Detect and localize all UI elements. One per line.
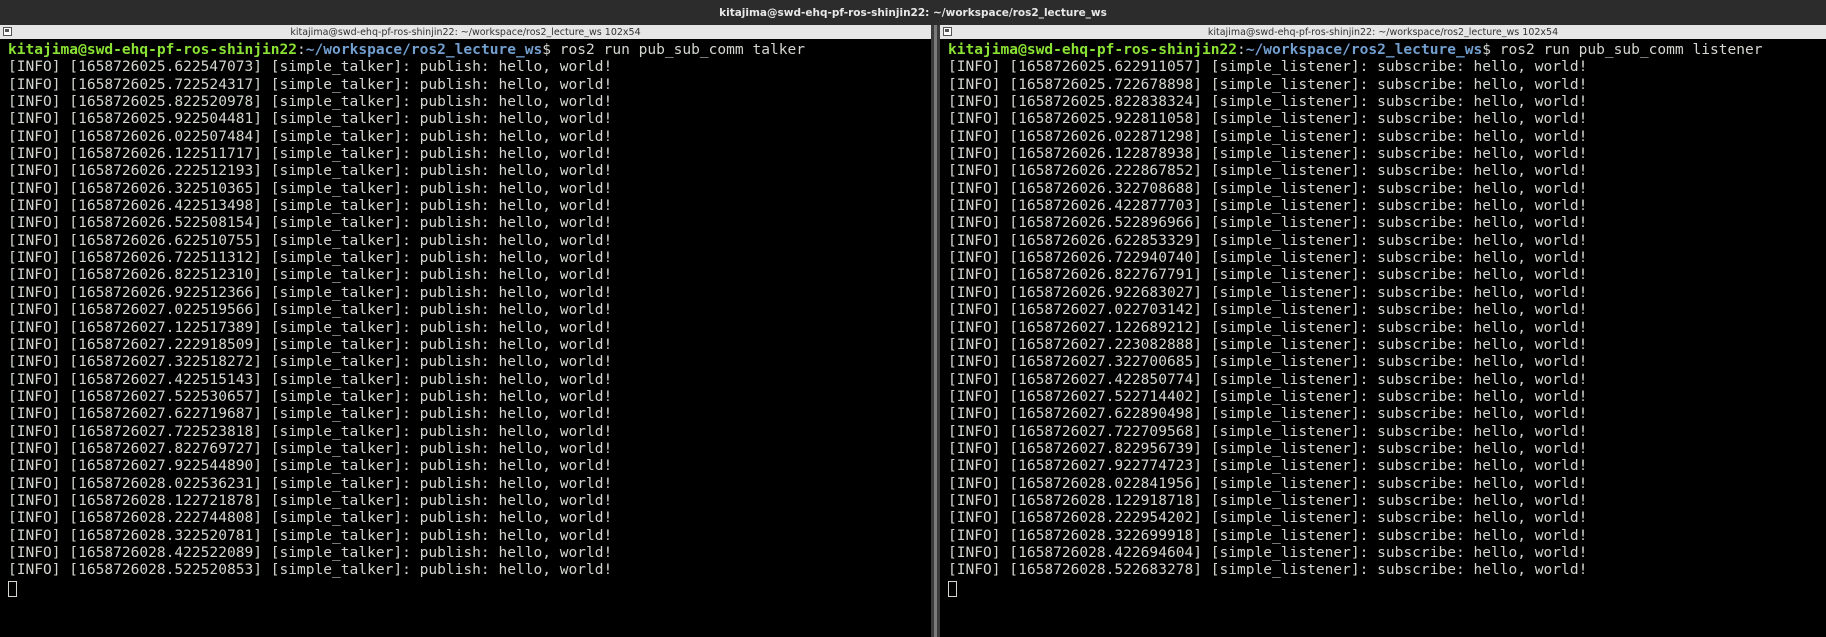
- terminal-icon: [3, 27, 12, 36]
- log-line: [INFO] [1658726026.422877703] [simple_li…: [948, 197, 1588, 215]
- log-line: [INFO] [1658726026.022871298] [simple_li…: [948, 127, 1588, 145]
- log-line: [INFO] [1658726026.322708688] [simple_li…: [948, 179, 1588, 197]
- log-line: [INFO] [1658726027.422850774] [simple_li…: [948, 370, 1588, 388]
- log-line: [INFO] [1658726026.622510755] [simple_ta…: [8, 231, 613, 249]
- log-line: [INFO] [1658726026.022507484] [simple_ta…: [8, 127, 613, 145]
- log-line: [INFO] [1658726026.122878938] [simple_li…: [948, 145, 1588, 163]
- log-line: [INFO] [1658726027.622719687] [simple_ta…: [8, 405, 613, 423]
- log-line: [INFO] [1658726026.122511717] [simple_ta…: [8, 145, 613, 163]
- prompt-separator: :: [297, 41, 306, 58]
- log-line: [INFO] [1658726025.622911057] [simple_li…: [948, 58, 1588, 76]
- log-line: [INFO] [1658726026.322510365] [simple_ta…: [8, 179, 613, 197]
- log-line: [INFO] [1658726028.522520853] [simple_ta…: [8, 561, 613, 579]
- log-line: [INFO] [1658726025.722524317] [simple_ta…: [8, 75, 613, 93]
- log-line: [INFO] [1658726026.622853329] [simple_li…: [948, 231, 1588, 249]
- prompt-command: $ ros2 run pub_sub_comm talker: [542, 41, 805, 58]
- pane-header: kitajima@swd-ehq-pf-ros-shinjin22: ~/wor…: [940, 25, 1826, 39]
- log-line: [INFO] [1658726028.122918718] [simple_li…: [948, 491, 1588, 509]
- log-line: [INFO] [1658726026.422513498] [simple_ta…: [8, 197, 613, 215]
- text-cursor: [948, 580, 957, 597]
- terminal-pane-listener[interactable]: kitajima@swd-ehq-pf-ros-shinjin22: ~/wor…: [940, 25, 1826, 637]
- pane-header: kitajima@swd-ehq-pf-ros-shinjin22: ~/wor…: [0, 25, 931, 39]
- log-line: [INFO] [1658726027.822769727] [simple_ta…: [8, 439, 613, 457]
- log-line: [INFO] [1658726026.222867852] [simple_li…: [948, 162, 1588, 180]
- log-line: [INFO] [1658726027.322700685] [simple_li…: [948, 353, 1588, 371]
- log-line: [INFO] [1658726026.822512310] [simple_ta…: [8, 266, 613, 284]
- log-line: [INFO] [1658726027.722709568] [simple_li…: [948, 422, 1588, 440]
- log-line: [INFO] [1658726028.022536231] [simple_ta…: [8, 474, 613, 492]
- log-line: [INFO] [1658726026.522508154] [simple_ta…: [8, 214, 613, 232]
- log-line: [INFO] [1658726025.622547073] [simple_ta…: [8, 58, 613, 76]
- log-line: [INFO] [1658726028.522683278] [simple_li…: [948, 561, 1588, 579]
- prompt-separator: :: [1237, 41, 1246, 58]
- log-line: [INFO] [1658726025.922504481] [simple_ta…: [8, 110, 613, 128]
- pane-title: kitajima@swd-ehq-pf-ros-shinjin22: ~/wor…: [290, 26, 641, 38]
- log-line: [INFO] [1658726027.422515143] [simple_ta…: [8, 370, 613, 388]
- log-line: [INFO] [1658726026.822767791] [simple_li…: [948, 266, 1588, 284]
- log-line: [INFO] [1658726027.922774723] [simple_li…: [948, 457, 1588, 475]
- log-line: [INFO] [1658726025.822838324] [simple_li…: [948, 93, 1588, 111]
- log-line: [INFO] [1658726027.122689212] [simple_li…: [948, 318, 1588, 336]
- log-line: [INFO] [1658726027.922544890] [simple_ta…: [8, 457, 613, 475]
- cursor-line: [948, 579, 1826, 597]
- log-line: [INFO] [1658726026.922512366] [simple_ta…: [8, 283, 613, 301]
- log-line: [INFO] [1658726027.522530657] [simple_ta…: [8, 387, 613, 405]
- cursor-line: [8, 579, 931, 597]
- log-line: [INFO] [1658726028.322699918] [simple_li…: [948, 526, 1588, 544]
- log-line: [INFO] [1658726028.022841956] [simple_li…: [948, 474, 1588, 492]
- log-line: [INFO] [1658726027.222918509] [simple_ta…: [8, 335, 613, 353]
- log-line: [INFO] [1658726026.522896966] [simple_li…: [948, 214, 1588, 232]
- pane-title: kitajima@swd-ehq-pf-ros-shinjin22: ~/wor…: [1207, 26, 1559, 38]
- prompt-path: ~/workspace/ros2_lecture_ws: [1245, 41, 1483, 58]
- prompt-user: kitajima@swd-ehq-pf-ros-shinjin22: [948, 41, 1238, 58]
- log-line: [INFO] [1658726026.222512193] [simple_ta…: [8, 162, 613, 180]
- log-line: [INFO] [1658726026.722940740] [simple_li…: [948, 249, 1588, 267]
- log-line: [INFO] [1658726027.722523818] [simple_ta…: [8, 422, 613, 440]
- log-line: [INFO] [1658726027.223082888] [simple_li…: [948, 335, 1588, 353]
- log-line: [INFO] [1658726026.922683027] [simple_li…: [948, 283, 1588, 301]
- log-line: [INFO] [1658726026.722511312] [simple_ta…: [8, 249, 613, 267]
- log-line: [INFO] [1658726025.722678898] [simple_li…: [948, 75, 1588, 93]
- log-line: [INFO] [1658726028.422522089] [simple_ta…: [8, 543, 613, 561]
- log-line: [INFO] [1658726027.522714402] [simple_li…: [948, 387, 1588, 405]
- log-line: [INFO] [1658726027.022519566] [simple_ta…: [8, 301, 613, 319]
- log-lines: [INFO] [1658726025.622547073] [simple_ta…: [8, 58, 931, 578]
- terminal-icon: [943, 27, 952, 36]
- prompt-path: ~/workspace/ros2_lecture_ws: [305, 41, 543, 58]
- log-lines: [INFO] [1658726025.622911057] [simple_li…: [948, 58, 1826, 578]
- log-line: [INFO] [1658726027.822956739] [simple_li…: [948, 439, 1588, 457]
- log-line: [INFO] [1658726025.822520978] [simple_ta…: [8, 93, 613, 111]
- prompt-line: kitajima@swd-ehq-pf-ros-shinjin22:~/work…: [8, 41, 931, 58]
- log-line: [INFO] [1658726027.622890498] [simple_li…: [948, 405, 1588, 423]
- log-line: [INFO] [1658726028.122721878] [simple_ta…: [8, 491, 613, 509]
- pane-divider[interactable]: [931, 25, 940, 637]
- log-line: [INFO] [1658726028.222954202] [simple_li…: [948, 509, 1588, 527]
- log-line: [INFO] [1658726027.022703142] [simple_li…: [948, 301, 1588, 319]
- prompt-user: kitajima@swd-ehq-pf-ros-shinjin22: [8, 41, 298, 58]
- terminal-output[interactable]: kitajima@swd-ehq-pf-ros-shinjin22:~/work…: [940, 39, 1826, 597]
- prompt-command: $ ros2 run pub_sub_comm listener: [1482, 41, 1763, 58]
- log-line: [INFO] [1658726025.922811058] [simple_li…: [948, 110, 1588, 128]
- text-cursor: [8, 580, 17, 597]
- prompt-line: kitajima@swd-ehq-pf-ros-shinjin22:~/work…: [948, 41, 1826, 58]
- window-title: kitajima@swd-ehq-pf-ros-shinjin22: ~/wor…: [0, 0, 1826, 25]
- terminal-pane-talker[interactable]: kitajima@swd-ehq-pf-ros-shinjin22: ~/wor…: [0, 25, 931, 637]
- log-line: [INFO] [1658726027.122517389] [simple_ta…: [8, 318, 613, 336]
- log-line: [INFO] [1658726027.322518272] [simple_ta…: [8, 353, 613, 371]
- log-line: [INFO] [1658726028.222744808] [simple_ta…: [8, 509, 613, 527]
- terminal-output[interactable]: kitajima@swd-ehq-pf-ros-shinjin22:~/work…: [0, 39, 931, 597]
- log-line: [INFO] [1658726028.322520781] [simple_ta…: [8, 526, 613, 544]
- log-line: [INFO] [1658726028.422694604] [simple_li…: [948, 543, 1588, 561]
